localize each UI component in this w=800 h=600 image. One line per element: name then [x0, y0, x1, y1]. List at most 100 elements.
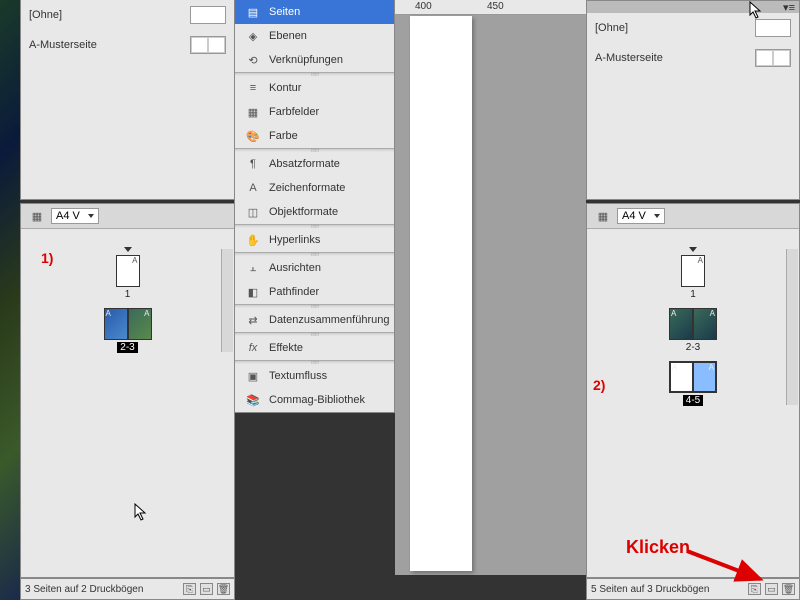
master-a-thumb [190, 36, 226, 54]
horizontal-ruler: 400 450 [395, 0, 586, 15]
hyperlinks-icon: ✋ [245, 233, 261, 247]
page-thumb-1-r[interactable] [681, 255, 705, 287]
flyout-separator [235, 360, 394, 364]
spread-2-3-label: 2-3 [117, 342, 137, 353]
master-a-row[interactable]: A-Musterseite [21, 30, 234, 60]
flyout-seiten[interactable]: ▤Seiten [235, 0, 394, 24]
page-thumb-1[interactable] [116, 255, 140, 287]
spread-thumb-4-5-r[interactable] [669, 361, 717, 393]
flyout-objektformate[interactable]: ◫ Objektformate [235, 200, 394, 224]
links-icon: ⟲ [245, 53, 261, 67]
master-a-row-r[interactable]: A-Musterseite [587, 43, 799, 73]
cursor-icon [749, 1, 765, 19]
trash-icon-r[interactable]: 🗑 [782, 583, 795, 595]
pages-panel-left: ▦ A4 V 1 2-3 1) [20, 203, 235, 578]
flyout-label: Farbe [269, 130, 298, 142]
ruler-tick-400: 400 [415, 1, 432, 12]
master-a-thumb-r [755, 49, 791, 67]
ruler-tick-450: 450 [487, 1, 504, 12]
flyout-label: Ebenen [269, 30, 307, 42]
annotation-2: 2) [593, 377, 605, 393]
page-size-row-left: ▦ A4 V [21, 204, 234, 229]
stroke-icon: ≡ [245, 81, 261, 95]
flyout-kontur[interactable]: ≡ Kontur [235, 76, 394, 100]
master-a-label: A-Musterseite [29, 39, 97, 51]
object-styles-icon: ◫ [245, 205, 261, 219]
flyout-ebenen[interactable]: ◈ Ebenen [235, 24, 394, 48]
effects-icon: fx [245, 341, 261, 355]
page-1-label-r: 1 [587, 289, 799, 300]
flyout-farbe[interactable]: 🎨 Farbe [235, 124, 394, 148]
master-pages-panel-left: [Ohne] A-Musterseite [20, 0, 235, 200]
document-view[interactable]: 400 450 [395, 0, 586, 575]
flyout-label: Kontur [269, 82, 301, 94]
flyout-label: Hyperlinks [269, 234, 320, 246]
page-size-row-right: ▦ A4 V [587, 204, 799, 229]
spread-thumb-2-3-r[interactable] [669, 308, 717, 340]
flyout-separator [235, 332, 394, 336]
insert-marker-r [587, 243, 799, 255]
spread-thumb-2-3[interactable] [104, 308, 152, 340]
master-none-row-r[interactable]: [Ohne] [587, 13, 799, 43]
swatches-icon: ▦ [245, 105, 261, 119]
layers-icon: ◈ [245, 29, 261, 43]
page-size-dropdown[interactable]: A4 V [51, 208, 99, 224]
document-page[interactable] [410, 16, 472, 571]
page-size-dropdown-r[interactable]: A4 V [617, 208, 665, 224]
trash-icon[interactable]: 🗑 [217, 583, 230, 595]
master-a-label-r: A-Musterseite [595, 52, 663, 64]
flyout-pathfinder[interactable]: ◧Pathfinder [235, 280, 394, 304]
flyout-commag-bibliothek[interactable]: 📚Commag-Bibliothek [235, 388, 394, 412]
flyout-farbfelder[interactable]: ▦Farbfelder [235, 100, 394, 124]
master-options-icon[interactable]: ⎘ [183, 583, 196, 595]
pages-panel-right: ▦ A4 V 1 2-3 4-5 2) [586, 203, 800, 578]
flyout-verknuepfungen[interactable]: ⟲ Verknüpfungen [235, 48, 394, 72]
flyout-textumfluss[interactable]: ▣Textumfluss [235, 364, 394, 388]
panel-menu-icon[interactable]: ▾≡ [783, 1, 795, 14]
flyout-separator [235, 304, 394, 308]
size-grid-icon-r: ▦ [595, 209, 611, 223]
flyout-separator [235, 252, 394, 256]
master-pages-panel-right: [Ohne] A-Musterseite [586, 13, 800, 200]
flyout-effekte[interactable]: fx Effekte [235, 336, 394, 360]
flyout-label: Datenzusammenführung [269, 314, 389, 326]
page-thumbnails-left: 1 2-3 [21, 229, 234, 353]
pathfinder-icon: ◧ [245, 285, 261, 299]
flyout-label: Effekte [269, 342, 303, 354]
annotation-arrow [682, 546, 772, 586]
color-icon: 🎨 [245, 129, 261, 143]
master-none-thumb-r [755, 19, 791, 37]
flyout-label: Verknüpfungen [269, 54, 343, 66]
master-none-thumb [190, 6, 226, 24]
flyout-datenzusammenfuehrung[interactable]: ⇄ Datenzusammenführung [235, 308, 394, 332]
align-icon: ⫠ [245, 261, 261, 275]
master-none-row[interactable]: [Ohne] [21, 0, 234, 30]
new-page-icon[interactable]: ▭ [200, 583, 213, 595]
size-grid-icon: ▦ [29, 209, 45, 223]
cursor-icon [134, 503, 150, 521]
scrollbar-r[interactable] [786, 249, 798, 405]
right-panel-tabs[interactable]: ▾≡ [586, 0, 800, 13]
flyout-label: Seiten [269, 6, 300, 18]
text-wrap-icon: ▣ [245, 369, 261, 383]
status-text-left: 3 Seiten auf 2 Druckbögen [25, 584, 179, 595]
flyout-label: Objektformate [269, 206, 338, 218]
flyout-label: Ausrichten [269, 262, 321, 274]
spread-4-5-label-r: 4-5 [683, 395, 703, 406]
flyout-ausrichten[interactable]: ⫠ Ausrichten [235, 256, 394, 280]
master-none-label: [Ohne] [29, 9, 62, 21]
scrollbar[interactable] [221, 249, 233, 352]
library-icon: 📚 [245, 393, 261, 407]
flyout-hyperlinks[interactable]: ✋ Hyperlinks [235, 228, 394, 252]
flyout-zeichenformate[interactable]: A Zeichenformate [235, 176, 394, 200]
pages-status-left: 3 Seiten auf 2 Druckbögen ⎘ ▭ 🗑 [20, 578, 235, 600]
master-none-label-r: [Ohne] [595, 22, 628, 34]
paragraph-styles-icon: ¶ [245, 157, 261, 171]
spread-2-3-label-r: 2-3 [587, 342, 799, 353]
flyout-label: Zeichenformate [269, 182, 345, 194]
flyout-separator [235, 72, 394, 76]
character-styles-icon: A [245, 181, 261, 195]
panels-flyout: ▤Seiten ◈ Ebenen ⟲ Verknüpfungen ≡ Kontur ▦… [234, 0, 395, 413]
flyout-absatzformate[interactable]: ¶Absatzformate [235, 152, 394, 176]
data-merge-icon: ⇄ [245, 313, 261, 327]
